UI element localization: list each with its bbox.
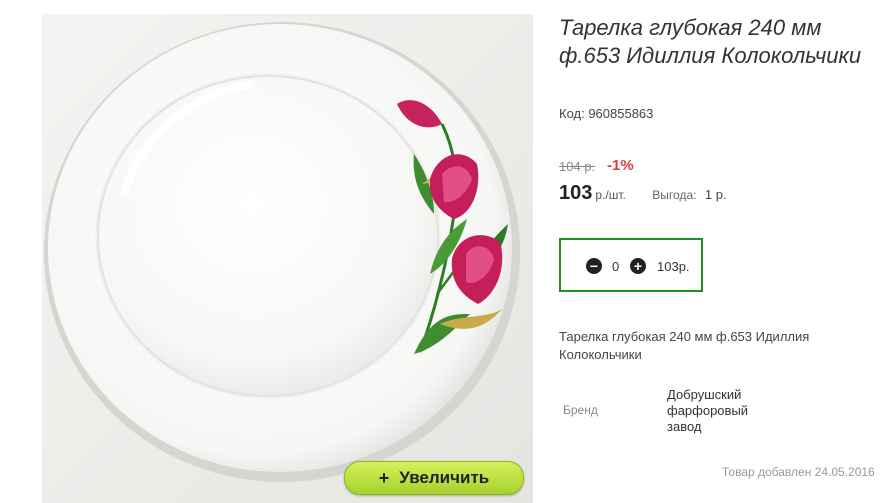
price-unit: р./шт. [595,188,626,202]
zoom-plus-icon: + [378,467,390,488]
benefit-value: 1 р. [704,187,727,202]
quantity-total: 103р. [657,259,690,274]
price-row: 103 р./шт. Выгода: 1 р. [559,182,727,205]
plus-circle-icon[interactable]: + [630,258,646,274]
benefit-label: Выгода: [652,188,697,202]
brand-value[interactable]: Добрушский фарфоровый завод [667,387,777,435]
minus-circle-icon[interactable]: − [586,258,602,274]
product-code: Код: 960855863 [559,106,654,121]
product-title: Тарелка глубокая 240 мм ф.653 Идиллия Ко… [559,15,862,68]
old-price: 104 р. [559,159,596,174]
quantity-stepper: − 0 + 103р. [559,238,703,292]
zoom-button-label: Увеличить [399,468,490,487]
brand-label: Бренд [563,403,598,417]
discount-badge: -1% [607,157,634,174]
product-image[interactable]: + Увеличить [42,14,533,503]
quantity-value[interactable]: 0 [612,259,619,274]
zoom-button[interactable]: + Увеличить [344,461,524,495]
current-price: 103 [559,182,593,204]
added-date: Товар добавлен 24.05.2016 [722,465,875,479]
product-description: Тарелка глубокая 240 мм ф.653 Идиллия Ко… [559,329,810,362]
plate-photo [44,22,520,482]
